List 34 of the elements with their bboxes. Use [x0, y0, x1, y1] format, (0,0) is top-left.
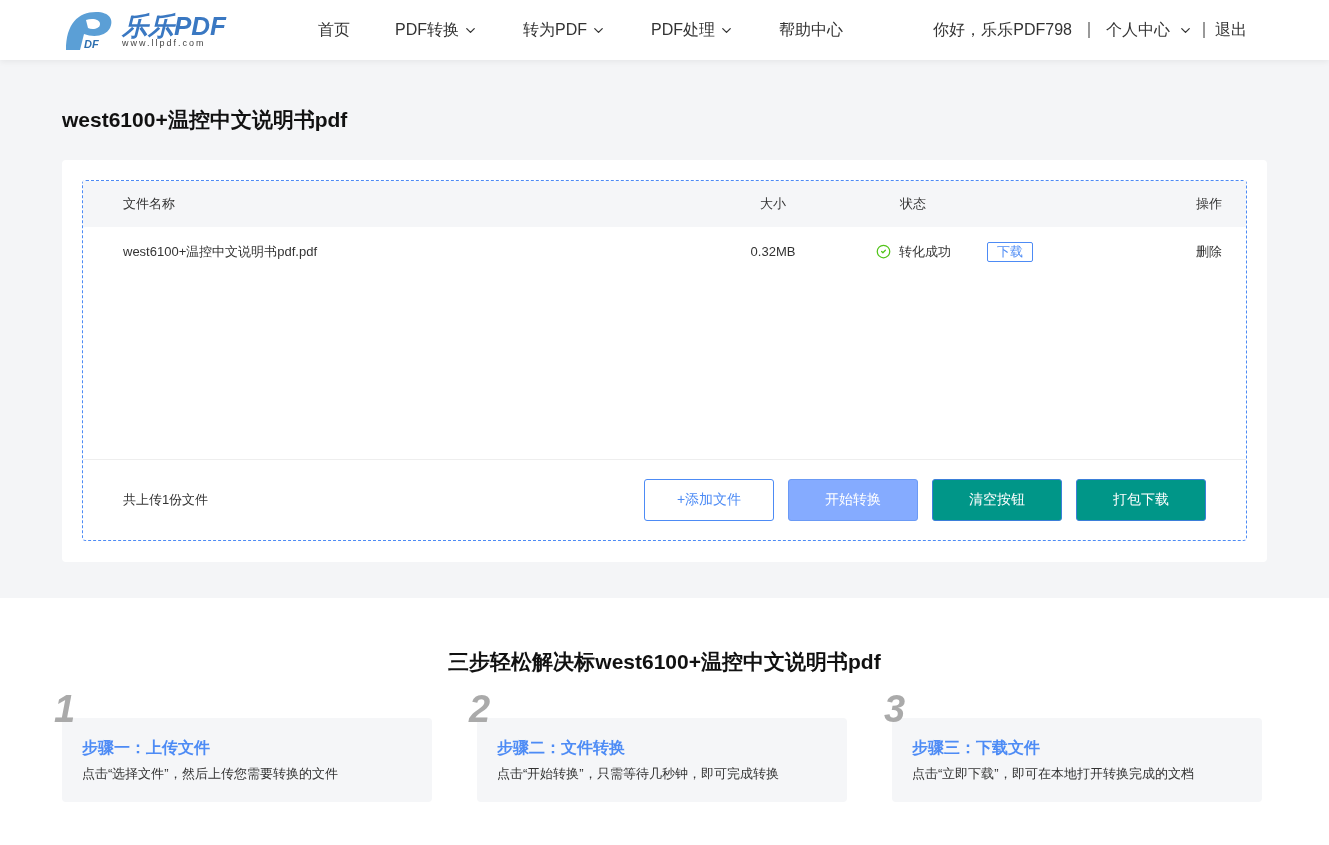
delete-link[interactable]: 删除 — [1196, 241, 1222, 262]
step-number: 3 — [884, 689, 906, 728]
action-button[interactable]: 清空按钮 — [932, 478, 1062, 521]
column-header: 操作 — [1196, 194, 1222, 213]
step-number: 2 — [469, 689, 491, 728]
nav-item[interactable]: PDF转换 — [395, 18, 478, 42]
nav-item[interactable]: PDF处理 — [651, 18, 734, 42]
step-text: 点击“选择文件”，然后上传您需要转换的文件 — [82, 764, 339, 783]
step-text: 点击“立即下载”，即可在本地打开转换完成的文档 — [912, 764, 1195, 783]
step-title: 步骤一：上传文件 — [82, 737, 211, 758]
upload-count: 共上传1份文件 — [123, 490, 209, 509]
step-text: 点击“开始转换”，只需等待几秒钟，即可完成转换 — [497, 764, 780, 783]
column-header: 文件名称 — [123, 194, 176, 213]
file-size: 0.32MB — [749, 242, 797, 261]
column-header: 状态 — [899, 194, 927, 213]
page-title: west6100+温控中文说明书pdf — [62, 107, 349, 133]
logo-name: 乐乐PDF — [122, 12, 226, 39]
steps-title: 三步轻松解决标west6100+温控中文说明书pdf — [447, 649, 882, 675]
action-button[interactable]: 打包下载 — [1076, 478, 1206, 521]
user-center-menu[interactable]: 个人中心 — [1106, 18, 1193, 42]
nav-item[interactable]: 转为PDF — [523, 18, 606, 42]
user-greeting: 你好，乐乐PDF798 — [933, 20, 1072, 40]
step-title: 步骤三：下载文件 — [912, 737, 1041, 758]
column-header: 大小 — [759, 194, 787, 213]
logout-link[interactable]: 退出 — [1215, 18, 1247, 42]
file-status: 转化成功 — [898, 242, 951, 261]
nav-item[interactable]: 首页 — [318, 18, 350, 42]
download-button[interactable]: 下载 — [987, 241, 1033, 262]
check-circle-icon — [875, 244, 891, 259]
nav-item[interactable]: 帮助中心 — [779, 18, 843, 42]
logo-url: www.llpdf.com — [122, 38, 207, 48]
step-number: 1 — [54, 689, 76, 728]
file-name: west6100+温控中文说明书pdf.pdf — [123, 242, 318, 261]
step-title: 步骤二：文件转换 — [497, 737, 626, 758]
